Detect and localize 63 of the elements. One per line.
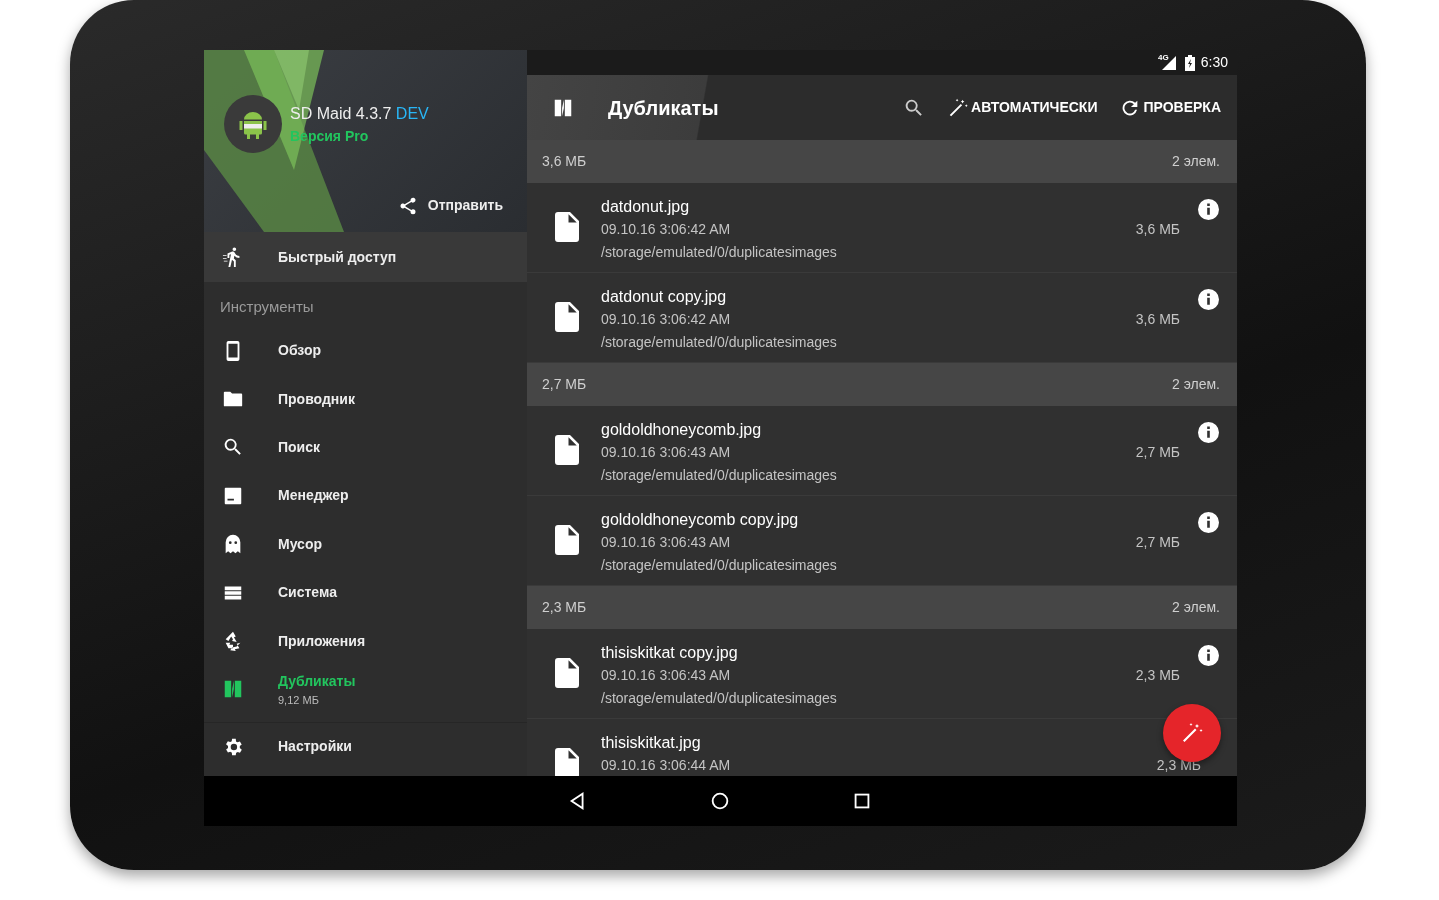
- group-size: 2,7 МБ: [542, 375, 587, 394]
- section-title: Инструменты: [219, 297, 315, 317]
- group-count: 2 элем.: [1172, 598, 1220, 617]
- drawer-item[interactable]: Обзор: [204, 326, 527, 375]
- info-icon[interactable]: [1198, 199, 1219, 220]
- clock: 6:30: [1200, 53, 1228, 72]
- file-date: 09.10.16 3:06:42 AM: [601, 310, 732, 329]
- item-label: Менеджер: [278, 486, 349, 506]
- file-name: datdonut.jpg: [601, 197, 691, 217]
- drawer-item[interactable]: Мусор: [204, 520, 527, 569]
- settings-item[interactable]: Настройки: [204, 722, 527, 771]
- quick-access-item[interactable]: Быстрый доступ: [204, 232, 527, 282]
- item-label: Настройки: [278, 737, 352, 757]
- drawer-item[interactable]: Дубликаты 9,12 МБ: [204, 665, 527, 714]
- battery-icon: [1184, 54, 1195, 71]
- item-label: Поиск: [278, 437, 320, 457]
- group-size: 3,6 МБ: [542, 152, 587, 171]
- info-icon[interactable]: [1198, 422, 1219, 443]
- drawer-item[interactable]: Менеджер: [204, 471, 527, 521]
- file-name: datdonut copy.jpg: [601, 287, 728, 307]
- file-size: 3,6 МБ: [1135, 220, 1180, 239]
- file-date: 09.10.16 3:06:42 AM: [601, 220, 732, 239]
- toolbar-action[interactable]: АВТОМАТИЧЕСКИ: [947, 96, 1098, 119]
- file-date: 09.10.16 3:06:44 AM: [601, 756, 731, 775]
- share-button[interactable]: Отправить: [397, 195, 503, 216]
- drawer-item[interactable]: Приложения: [204, 616, 527, 666]
- network-label: 4G: [1158, 52, 1169, 64]
- item-label: Дубликаты: [278, 671, 356, 691]
- group-count: 2 элем.: [1172, 375, 1220, 394]
- drawer-item[interactable]: Поиск: [204, 423, 527, 472]
- file-path: /storage/emulated/0/duplicatesimages: [601, 556, 837, 575]
- file-name: thisiskitkat copy.jpg: [601, 643, 739, 663]
- file-path: /storage/emulated/0/duplicatesimages: [601, 333, 837, 352]
- file-size: 2,3 МБ: [1135, 666, 1180, 685]
- file-date: 09.10.16 3:06:43 AM: [601, 533, 732, 552]
- item-label: Система: [278, 583, 337, 603]
- file-name: goldoldhoneycomb.jpg: [601, 420, 763, 440]
- file-name: thisiskitkat.jpg: [601, 733, 702, 753]
- file-size: 2,7 МБ: [1135, 443, 1180, 462]
- item-label: Обзор: [278, 341, 322, 361]
- group-size: 2,3 МБ: [542, 598, 587, 617]
- file-date: 09.10.16 3:06:43 AM: [601, 666, 732, 685]
- drawer-item[interactable]: Система: [204, 568, 527, 617]
- file-path: /storage/emulated/0/duplicatesimages: [601, 243, 837, 262]
- magic-wand-icon: [1180, 721, 1204, 745]
- file-name: goldoldhoneycomb copy.jpg: [601, 510, 800, 530]
- toolbar-action[interactable]: ПРОВЕРКА: [1119, 96, 1221, 119]
- file-path: /storage/emulated/0/duplicatesimages: [601, 466, 837, 485]
- group-count: 2 элем.: [1172, 152, 1220, 171]
- file-size: 2,7 МБ: [1135, 533, 1180, 552]
- info-icon[interactable]: [1198, 289, 1219, 310]
- file-path: /storage/emulated/0/duplicatesimages: [601, 689, 837, 708]
- toolbar-title: Дубликаты: [608, 95, 719, 121]
- file-date: 09.10.16 3:06:43 AM: [601, 443, 732, 462]
- item-label: Приложения: [278, 631, 366, 651]
- info-icon[interactable]: [1198, 512, 1219, 533]
- item-subtitle: 9,12 МБ: [278, 692, 320, 708]
- item-label: Мусор: [278, 534, 322, 554]
- info-icon[interactable]: [1198, 645, 1219, 666]
- drawer-item[interactable]: Проводник: [204, 374, 527, 424]
- file-size: 3,6 МБ: [1135, 310, 1180, 329]
- dev-tag: DEV: [395, 104, 429, 122]
- item-label: Проводник: [278, 389, 355, 409]
